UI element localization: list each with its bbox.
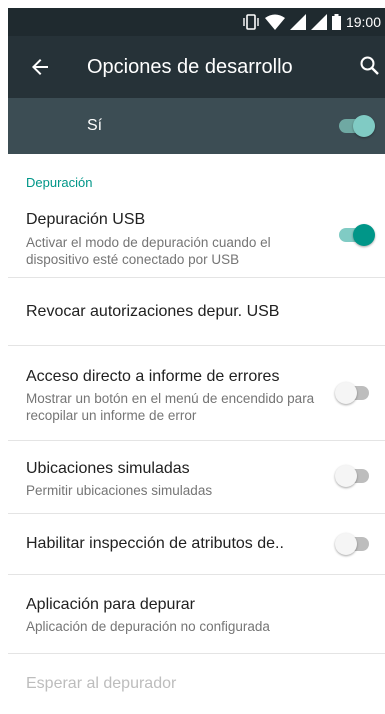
- vibrate-icon: [242, 14, 260, 30]
- search-icon[interactable]: [358, 54, 382, 78]
- arrow-left-icon[interactable]: [28, 55, 52, 79]
- item-title: Acceso directo a informe de errores: [26, 368, 280, 385]
- list-item-mock-locations[interactable]: Ubicaciones simuladas Permitir ubicacion…: [8, 441, 385, 514]
- battery-icon: [331, 14, 341, 30]
- item-summary: Aplicación de depuración no configurada: [26, 619, 270, 634]
- list-item-bugreport-shortcut[interactable]: Acceso directo a informe de errores Most…: [8, 346, 385, 441]
- signal-icon: [310, 14, 327, 30]
- category-header: Depuración: [26, 175, 93, 190]
- list-item-wait-debugger: Esperar al depurador: [8, 654, 385, 714]
- list-item-revoke-usb[interactable]: Revocar autorizaciones depur. USB: [8, 278, 385, 346]
- bugreport-toggle[interactable]: [335, 381, 375, 405]
- settings-list: Depuración Depuración USB Activar el mod…: [8, 154, 385, 714]
- app-bar: Opciones de desarrollo: [8, 36, 385, 98]
- master-switch-label: Sí: [87, 117, 103, 134]
- item-summary: Permitir ubicaciones simuladas: [26, 483, 213, 498]
- master-toggle[interactable]: [335, 114, 375, 138]
- item-title: Habilitar inspección de atributos de..: [26, 535, 284, 552]
- usb-debugging-toggle[interactable]: [335, 223, 375, 247]
- item-title: Esperar al depurador: [26, 675, 177, 692]
- list-item-view-attribute-inspection[interactable]: Habilitar inspección de atributos de..: [8, 514, 385, 575]
- mock-locations-toggle[interactable]: [335, 464, 375, 488]
- wifi-icon: [264, 14, 285, 30]
- master-switch-bar[interactable]: Sí: [8, 98, 385, 154]
- list-item-debug-app[interactable]: Aplicación para depurar Aplicación de de…: [8, 575, 385, 654]
- attribute-inspection-toggle[interactable]: [335, 532, 375, 556]
- clock-time: 19:00: [345, 14, 381, 30]
- list-item-usb-debugging[interactable]: Depuración USB Activar el modo de depura…: [8, 194, 385, 278]
- item-title: Revocar autorizaciones depur. USB: [26, 303, 280, 320]
- signal-icon: [289, 14, 306, 30]
- page-title: Opciones de desarrollo: [87, 56, 293, 78]
- item-summary: Activar el modo de depuración cuando el …: [26, 235, 271, 267]
- item-title: Depuración USB: [26, 211, 146, 228]
- item-title: Aplicación para depurar: [26, 596, 195, 613]
- item-title: Ubicaciones simuladas: [26, 460, 190, 477]
- status-bar: 19:00: [8, 8, 385, 36]
- item-summary: Mostrar un botón en el menú de encendido…: [26, 391, 315, 423]
